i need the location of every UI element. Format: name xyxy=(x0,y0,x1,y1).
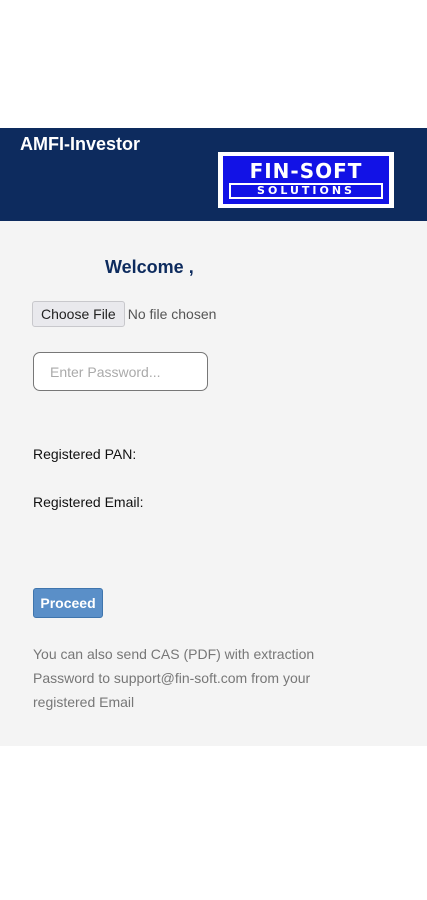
file-status-text: No file chosen xyxy=(127,306,217,322)
choose-file-button[interactable]: Choose File xyxy=(32,301,125,327)
registered-email-label: Registered Email: xyxy=(33,494,144,510)
app-title: AMFI-Investor xyxy=(20,134,141,154)
file-picker: Choose File No file chosen xyxy=(32,301,216,327)
cas-email-info-text: You can also send CAS (PDF) with extract… xyxy=(33,646,315,710)
main-content: Welcome , Choose File No file chosen Reg… xyxy=(0,221,427,746)
password-input[interactable] xyxy=(33,352,208,391)
logo-badge: FIN-SOFT SOLUTIONS xyxy=(223,156,389,204)
app-header: AMFI-Investor FIN-SOFT SOLUTIONS xyxy=(0,128,427,221)
logo-line1: FIN-SOFT xyxy=(249,159,363,183)
registered-pan-label: Registered PAN: xyxy=(33,446,137,462)
welcome-heading: Welcome , xyxy=(105,257,194,277)
app-screen: AMFI-Investor FIN-SOFT SOLUTIONS Welcome… xyxy=(0,0,427,900)
logo-line2: SOLUTIONS xyxy=(229,183,383,199)
proceed-button[interactable]: Proceed xyxy=(33,588,103,618)
fin-soft-logo: FIN-SOFT SOLUTIONS xyxy=(218,152,394,208)
